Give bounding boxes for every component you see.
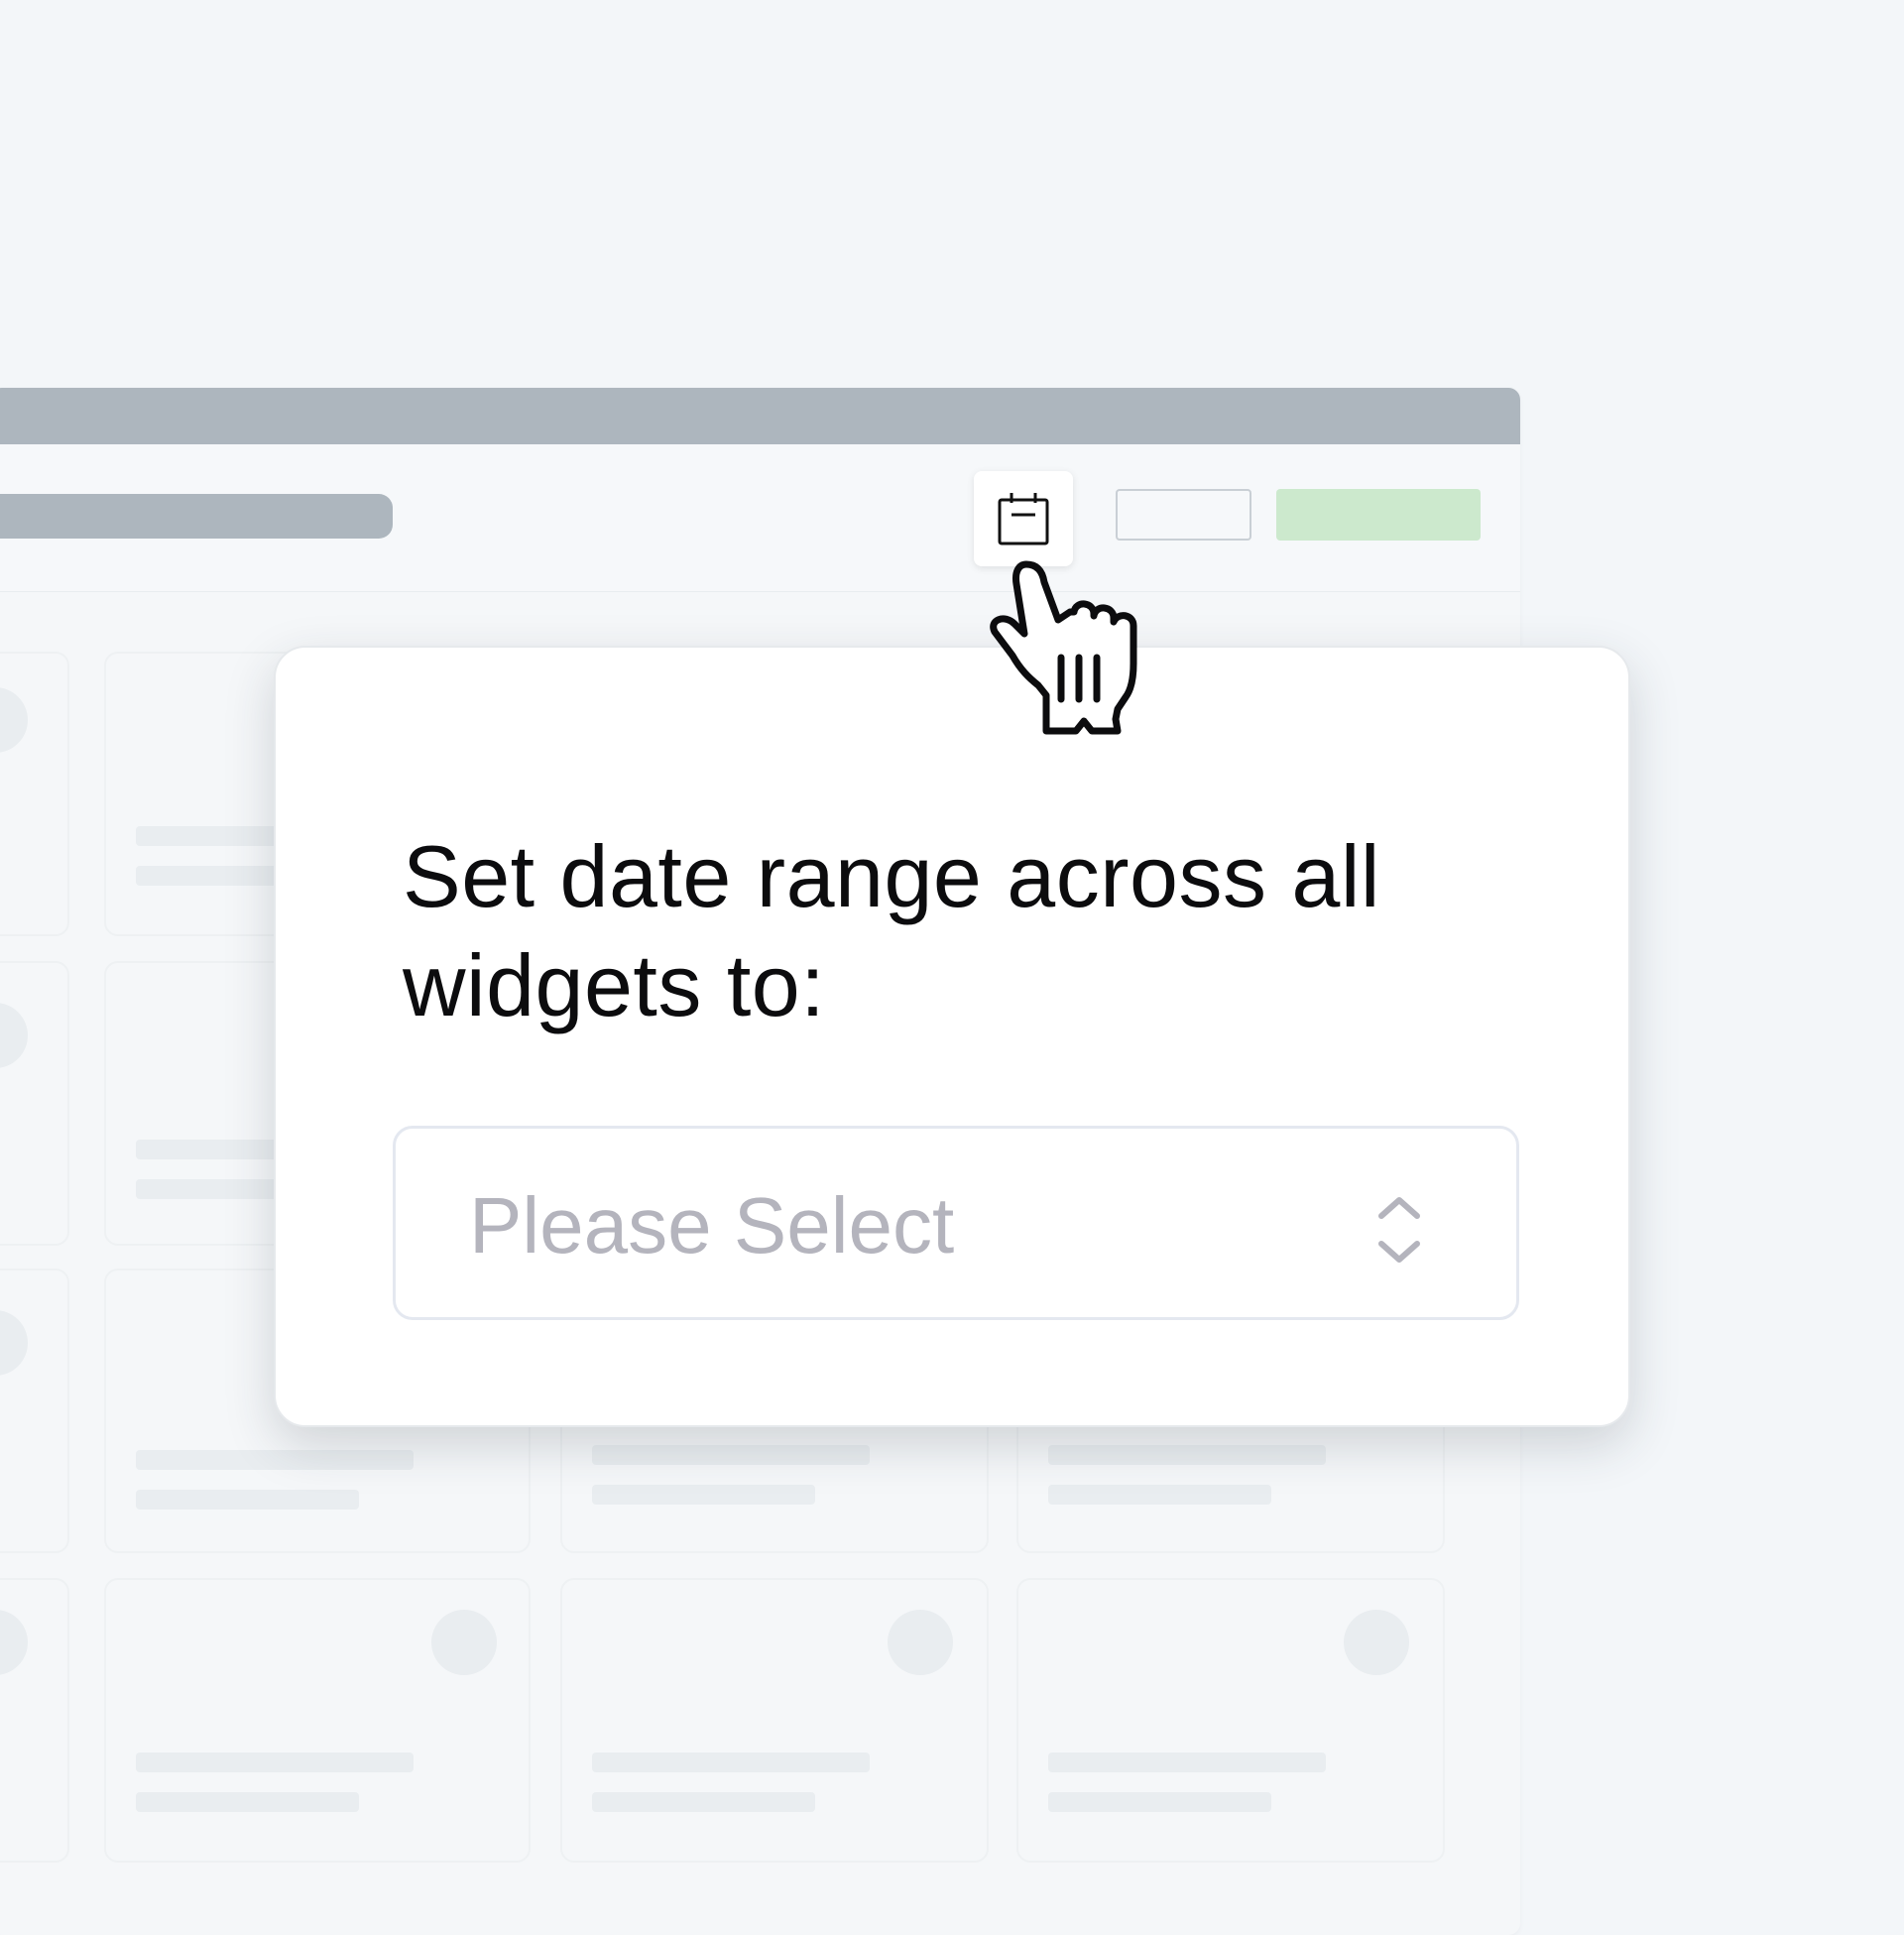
widget-avatar	[1344, 1610, 1409, 1675]
popover-title: Set date range across all widgets to:	[403, 827, 1380, 1034]
widget-card	[1016, 1578, 1445, 1863]
widget-avatar	[0, 1610, 28, 1675]
widget-card	[0, 961, 69, 1246]
widget-card	[104, 1578, 531, 1863]
widget-avatar	[0, 1310, 28, 1376]
widget-text-placeholder	[1048, 1792, 1271, 1812]
widget-text-placeholder	[136, 1792, 359, 1812]
date-range-select[interactable]: Please Select	[393, 1126, 1519, 1320]
widget-card	[0, 1269, 69, 1553]
widget-avatar	[431, 1610, 497, 1675]
widget-card	[560, 1578, 989, 1863]
widget-avatar	[0, 687, 28, 753]
hand-pointer-icon	[990, 560, 1137, 735]
widget-card	[0, 1578, 69, 1863]
primary-button[interactable]	[1276, 489, 1481, 541]
select-placeholder: Please Select	[469, 1181, 955, 1270]
widget-text-placeholder	[592, 1792, 815, 1812]
widget-text-placeholder	[136, 1450, 414, 1470]
widget-text-placeholder	[1048, 1485, 1271, 1505]
secondary-button[interactable]	[1116, 489, 1251, 541]
dashboard-title-placeholder	[0, 494, 393, 539]
widget-avatar	[0, 1003, 28, 1068]
widget-text-placeholder	[592, 1753, 870, 1772]
widget-text-placeholder	[592, 1445, 870, 1465]
dashboard-toolbar	[0, 444, 1520, 592]
calendar-icon	[998, 493, 1049, 545]
date-range-popover: Set date range across all widgets to: Pl…	[274, 646, 1630, 1427]
chevron-up-down-icon	[1378, 1197, 1420, 1263]
widget-card	[0, 652, 69, 936]
widget-text-placeholder	[136, 1753, 414, 1772]
widget-text-placeholder	[592, 1485, 815, 1505]
widget-avatar	[888, 1610, 953, 1675]
widget-text-placeholder	[136, 1490, 359, 1510]
widget-text-placeholder	[1048, 1445, 1326, 1465]
widget-text-placeholder	[1048, 1753, 1326, 1772]
window-titlebar	[0, 388, 1520, 444]
